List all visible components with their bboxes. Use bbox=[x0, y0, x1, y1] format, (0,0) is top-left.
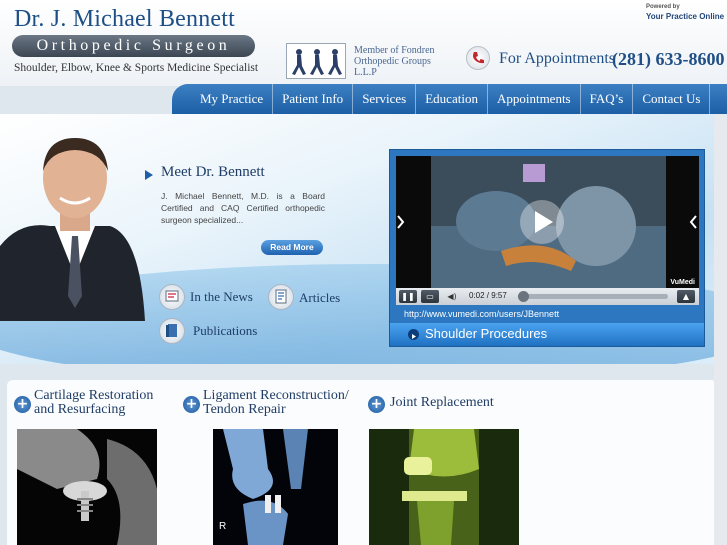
plus-icon[interactable]: + bbox=[183, 396, 200, 413]
captions-icon[interactable]: ▭ bbox=[421, 290, 439, 303]
procedures-section: + Cartilage Restoration and Resurfacing … bbox=[7, 380, 717, 545]
nav-item-my-practice[interactable]: My Practice bbox=[172, 84, 274, 114]
procedure-title-line1: Ligament Reconstruction/ bbox=[203, 388, 349, 403]
ligament-xray-image[interactable]: R bbox=[213, 429, 338, 545]
fondren-member-text: Member of Fondren Orthopedic Groups L.L.… bbox=[354, 45, 435, 78]
video-screen[interactable]: VuMedi bbox=[396, 156, 699, 288]
joint-replacement-xray-image[interactable] bbox=[369, 429, 519, 545]
video-scrubber[interactable] bbox=[518, 294, 668, 299]
procedure-card[interactable]: + Cartilage Restoration and Resurfacing bbox=[7, 380, 172, 545]
nav-item-education[interactable]: Education bbox=[416, 84, 488, 114]
publications-icon[interactable] bbox=[159, 318, 185, 344]
procedure-title[interactable]: Joint Replacement bbox=[390, 396, 494, 410]
procedure-title-line1: Joint Replacement bbox=[390, 395, 494, 410]
procedure-title-line2: Tendon Repair bbox=[203, 402, 286, 417]
publications-link[interactable]: Publications bbox=[193, 323, 257, 339]
procedure-card[interactable]: + Ligament Reconstruction/ Tendon Repair… bbox=[176, 380, 361, 545]
read-more-button[interactable]: Read More bbox=[261, 240, 323, 255]
volume-icon[interactable]: ◀) bbox=[443, 290, 461, 303]
doctor-name[interactable]: Dr. J. Michael Bennett bbox=[14, 6, 235, 33]
expand-icon[interactable]: ▲ bbox=[677, 290, 695, 303]
play-bullet-icon bbox=[408, 329, 419, 340]
nav-item-faqs[interactable]: FAQ’s bbox=[581, 84, 634, 114]
powered-by-brand[interactable]: Your Practice Online bbox=[646, 12, 724, 21]
plus-icon[interactable]: + bbox=[14, 396, 31, 413]
appointments-label: For Appointments bbox=[499, 50, 616, 67]
procedure-title-line1: Cartilage Restoration bbox=[34, 388, 154, 403]
site-header: Dr. J. Michael Bennett Orthopedic Surgeo… bbox=[0, 0, 727, 86]
meet-doctor-description: J. Michael Bennett, M.D. is a Board Cert… bbox=[161, 191, 325, 225]
phone-icon bbox=[466, 46, 490, 70]
shoulder-procedures-label[interactable]: Shoulder Procedures bbox=[425, 326, 547, 341]
procedure-card[interactable]: + Joint Replacement bbox=[361, 380, 546, 545]
main-nav: My Practice Patient Info Services Educat… bbox=[172, 84, 727, 114]
video-player: VuMedi ❚❚ ▭ ◀) 0:02 / 9:57 ▲ http://www.… bbox=[389, 149, 705, 347]
in-the-news-link[interactable]: In the News bbox=[190, 289, 253, 305]
articles-link[interactable]: Articles bbox=[299, 290, 340, 306]
articles-icon[interactable] bbox=[268, 284, 294, 310]
nav-item-services[interactable]: Services bbox=[353, 84, 417, 114]
nav-item-patient-info[interactable]: Patient Info bbox=[273, 84, 354, 114]
surgeon-title-badge: Orthopedic Surgeon bbox=[12, 35, 255, 57]
page-scrollbar[interactable] bbox=[714, 114, 727, 545]
shoulder-procedures-bar[interactable]: Shoulder Procedures bbox=[390, 323, 704, 346]
phone-number[interactable]: (281) 633-8600 bbox=[612, 49, 724, 70]
video-time: 0:02 / 9:57 bbox=[469, 291, 507, 300]
procedure-title-line2: and Resurfacing bbox=[34, 402, 126, 417]
nav-item-contact-us[interactable]: Contact Us bbox=[633, 84, 711, 114]
specialty-text: Shoulder, Elbow, Knee & Sports Medicine … bbox=[14, 62, 259, 74]
xray-marker: R bbox=[219, 521, 226, 532]
pause-icon[interactable]: ❚❚ bbox=[399, 290, 417, 303]
doctor-photo bbox=[0, 126, 150, 321]
meet-arrow-icon bbox=[145, 170, 153, 180]
nav-item-appointments[interactable]: Appointments bbox=[488, 84, 581, 114]
news-icon[interactable] bbox=[159, 284, 185, 310]
vumedi-badge: VuMedi bbox=[670, 279, 695, 286]
procedure-title[interactable]: Cartilage Restoration and Resurfacing bbox=[34, 389, 153, 417]
powered-by-label: Powered by bbox=[646, 4, 680, 10]
meet-doctor-title[interactable]: Meet Dr. Bennett bbox=[161, 164, 265, 181]
cartilage-xray-image[interactable] bbox=[17, 429, 157, 545]
video-url[interactable]: http://www.vumedi.com/users/JBennett bbox=[404, 309, 559, 319]
fondren-logo[interactable] bbox=[286, 43, 346, 79]
video-controls: ❚❚ ▭ ◀) 0:02 / 9:57 ▲ bbox=[396, 288, 699, 305]
plus-icon[interactable]: + bbox=[368, 396, 385, 413]
scrubber-thumb[interactable] bbox=[518, 291, 530, 302]
procedure-title[interactable]: Ligament Reconstruction/ Tendon Repair bbox=[203, 389, 349, 417]
